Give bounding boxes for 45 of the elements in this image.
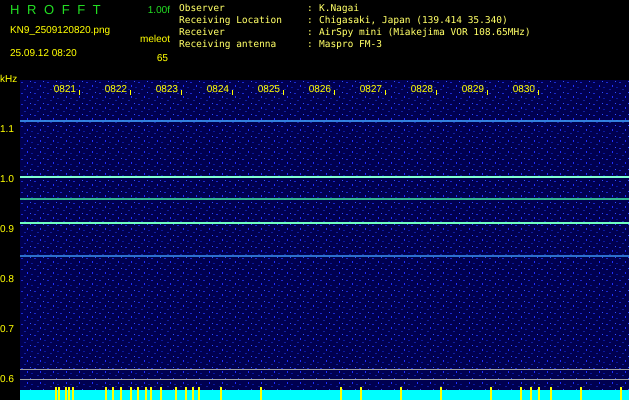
time-label: 0830 [512, 84, 535, 96]
tick-mark [334, 90, 335, 95]
axis-label: 1.0 [0, 174, 14, 186]
time-label: 0827 [360, 84, 382, 96]
time-label: 0824 [206, 84, 229, 96]
separator: : [307, 27, 314, 38]
date-time: 25.09.12 08:20 [10, 47, 78, 61]
axis-label: 0.9 [0, 224, 14, 236]
axis-unit: kHz [0, 73, 18, 87]
tick-mark [487, 90, 488, 95]
field-label: Receiving antenna [179, 39, 278, 50]
tick-mark [385, 90, 386, 95]
time-label: 0821 [54, 84, 76, 96]
tick-mark [283, 90, 284, 95]
app-title: H R O F F T [10, 1, 103, 19]
tick-mark [538, 90, 539, 95]
tick-mark [79, 90, 80, 95]
field-value: Chigasaki, Japan (139.414 35.340) [319, 15, 508, 26]
time-label: 0822 [104, 84, 127, 96]
time-label: 0828 [410, 84, 433, 96]
version-label: 1.00f [148, 4, 170, 18]
time-label: 0823 [156, 84, 178, 96]
time-label: 0825 [258, 84, 280, 96]
field-value: Maspro FM-3 [319, 39, 382, 50]
separator: : [307, 39, 314, 50]
separator: : [307, 3, 314, 14]
axis-label: 1.1 [0, 124, 14, 136]
mode-label: meleot [140, 33, 170, 47]
axis-label: 0.8 [0, 274, 14, 286]
tick-mark [181, 90, 182, 95]
field-value: AirSpy mini (Miakejima VOR 108.65MHz) [319, 27, 531, 38]
axis-label: 0.7 [0, 324, 14, 336]
count-label: 65 [156, 52, 169, 66]
tick-mark [232, 90, 233, 95]
field-label: Observer [179, 3, 226, 14]
filename: KN9_2509120820.png [10, 24, 112, 38]
field-value: K.Nagai [319, 3, 360, 14]
field-label: Receiver [179, 27, 226, 38]
tick-mark [436, 90, 437, 95]
axis-label: 0.6 [0, 374, 14, 386]
separator: : [307, 15, 314, 26]
field-label: Receiving Location [179, 15, 283, 26]
time-label: 0826 [308, 84, 331, 96]
tick-mark [130, 90, 131, 95]
time-label: 0829 [462, 84, 484, 96]
